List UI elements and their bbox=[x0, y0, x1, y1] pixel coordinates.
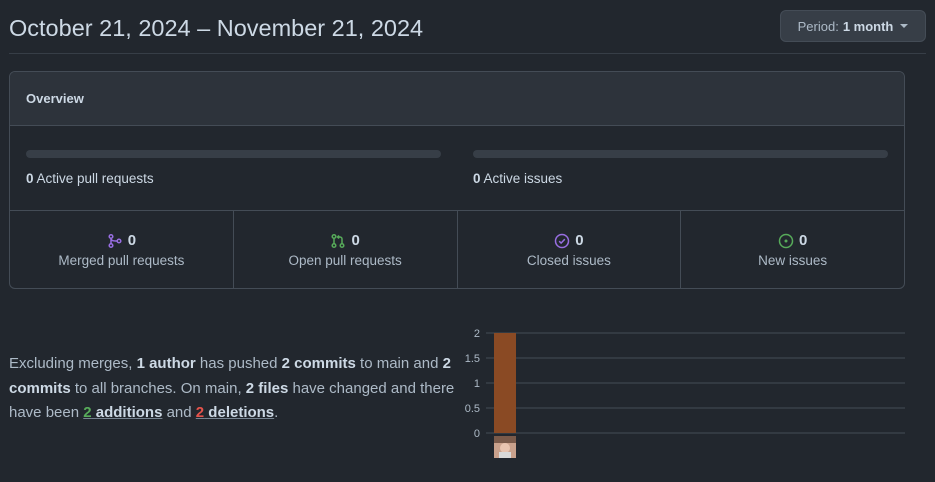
active-issues-label: Active issues bbox=[483, 171, 563, 186]
date-range-title: October 21, 2024 – November 21, 2024 bbox=[9, 15, 424, 41]
stat-open-prs-top: 0 bbox=[330, 232, 360, 249]
page-header: October 21, 2024 – November 21, 2024 Per… bbox=[9, 0, 926, 54]
active-prs-label: Active pull requests bbox=[36, 171, 154, 186]
summary-text-4: to all branches. On main, bbox=[70, 379, 246, 397]
pulse-page: October 21, 2024 – November 21, 2024 Per… bbox=[0, 0, 935, 482]
stat-closed-issues-count: 0 bbox=[575, 232, 584, 249]
overview-activity: 0 Active pull requests 0 Active issues bbox=[10, 126, 904, 211]
period-dropdown-button[interactable]: Period: 1 month bbox=[780, 10, 926, 42]
period-value: 1 month bbox=[842, 18, 894, 34]
summary-text-1: Excluding merges, bbox=[9, 355, 137, 372]
active-issues-count: 0 bbox=[473, 171, 481, 186]
stat-merged-prs-label: Merged pull requests bbox=[58, 253, 185, 268]
stat-open-prs[interactable]: 0 Open pull requests bbox=[234, 211, 458, 288]
overview-title: Overview bbox=[26, 91, 84, 106]
summary-text-3: to main and bbox=[355, 355, 443, 372]
chart-bar[interactable] bbox=[494, 333, 516, 433]
stat-closed-issues[interactable]: 0 Closed issues bbox=[458, 211, 682, 288]
git-merge-icon bbox=[108, 233, 122, 248]
issue-closed-icon bbox=[554, 233, 570, 248]
active-issues-progress bbox=[473, 150, 888, 158]
y-tick-label: 1 bbox=[474, 378, 480, 390]
contributors-chart-svg: 0 0.5 1 1.5 2 bbox=[465, 328, 905, 458]
y-tick-label: 0 bbox=[474, 428, 480, 440]
git-pull-request-icon bbox=[331, 233, 346, 248]
overview-stats: 0 Merged pull requests 0 Open pull reque… bbox=[10, 211, 904, 288]
summary-text-2: has pushed bbox=[195, 355, 282, 372]
active-issues-summary[interactable]: 0 Active issues bbox=[473, 150, 888, 186]
commit-summary: Excluding merges, 1 author has pushed 2 … bbox=[9, 352, 464, 426]
active-prs-progress bbox=[26, 150, 441, 158]
deletions-count: 2 bbox=[195, 404, 205, 421]
overview-header: Overview bbox=[10, 72, 904, 126]
stat-closed-issues-top: 0 bbox=[554, 232, 584, 249]
summary-authors: 1 author bbox=[136, 355, 196, 372]
issue-opened-icon bbox=[778, 233, 794, 248]
additions-word: additions bbox=[91, 404, 163, 421]
additions-link[interactable]: 2 additions bbox=[83, 404, 162, 421]
stat-merged-prs-count: 0 bbox=[127, 232, 137, 249]
active-prs-text: 0 Active pull requests bbox=[26, 171, 441, 186]
stat-open-prs-count: 0 bbox=[351, 232, 360, 249]
y-tick-label: 1.5 bbox=[465, 353, 480, 365]
stat-new-issues-count: 0 bbox=[798, 232, 808, 249]
period-label: Period: bbox=[797, 18, 839, 34]
contributors-chart: 0 0.5 1 1.5 2 bbox=[458, 320, 908, 470]
overview-box: Overview 0 Active pull requests 0 Active… bbox=[9, 71, 905, 289]
additions-count: 2 bbox=[83, 404, 92, 421]
stat-closed-issues-label: Closed issues bbox=[526, 253, 611, 268]
caret-down-icon bbox=[900, 24, 909, 28]
stat-new-issues[interactable]: 0 New issues bbox=[681, 211, 904, 288]
stat-merged-prs[interactable]: 0 Merged pull requests bbox=[10, 211, 234, 288]
deletions-link[interactable]: 2 deletions bbox=[196, 404, 274, 421]
y-tick-label: 2 bbox=[474, 328, 480, 340]
active-issues-text: 0 Active issues bbox=[473, 171, 888, 186]
stat-new-issues-label: New issues bbox=[758, 253, 828, 268]
summary-text-6: and bbox=[162, 404, 196, 421]
stat-open-prs-label: Open pull requests bbox=[288, 253, 402, 268]
stat-new-issues-top: 0 bbox=[778, 232, 807, 249]
summary-text-7: . bbox=[274, 404, 279, 421]
active-prs-summary[interactable]: 0 Active pull requests bbox=[26, 150, 441, 186]
avatar[interactable] bbox=[494, 436, 516, 458]
deletions-word: deletions bbox=[204, 404, 275, 421]
summary-files: 2 files bbox=[245, 379, 289, 397]
active-prs-count: 0 bbox=[26, 171, 34, 186]
y-tick-label: 0.5 bbox=[465, 403, 480, 415]
stat-merged-prs-top: 0 bbox=[107, 232, 136, 249]
summary-commits-main: 2 commits bbox=[281, 355, 356, 372]
